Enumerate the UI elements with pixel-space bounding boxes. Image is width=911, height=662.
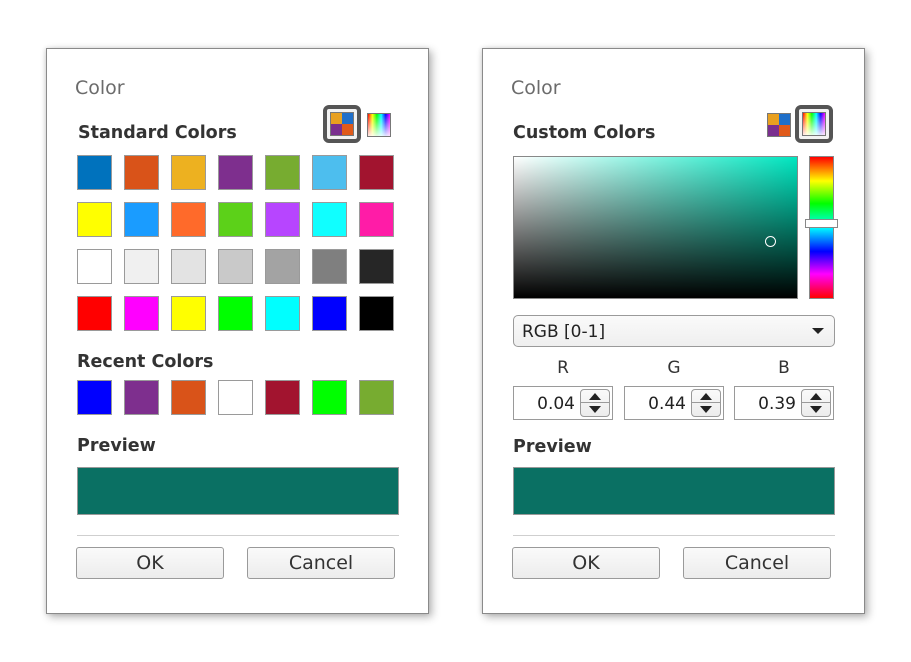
standard-color-swatch[interactable] bbox=[312, 202, 347, 237]
dialog-title: Color bbox=[511, 77, 561, 99]
standard-color-swatch[interactable] bbox=[359, 202, 394, 237]
dialog-title: Color bbox=[75, 77, 125, 99]
standard-color-swatch[interactable] bbox=[359, 249, 394, 284]
standard-palette-icon bbox=[330, 112, 354, 136]
channel-label-b: B bbox=[778, 358, 790, 378]
standard-color-swatch[interactable] bbox=[171, 249, 206, 284]
standard-color-swatch[interactable] bbox=[359, 296, 394, 331]
chevron-down-icon bbox=[812, 328, 824, 334]
color-picker-dialog-standard: Color Standard Colors Recent Colors Prev… bbox=[46, 48, 429, 614]
divider bbox=[77, 535, 399, 536]
increment-arrow-icon[interactable] bbox=[692, 390, 720, 403]
standard-color-swatch[interactable] bbox=[265, 249, 300, 284]
saturation-value-field[interactable] bbox=[513, 156, 798, 299]
custom-gradient-icon bbox=[367, 113, 391, 137]
recent-color-swatch[interactable] bbox=[265, 380, 300, 415]
custom-colors-label: Custom Colors bbox=[513, 123, 656, 143]
b-value[interactable]: 0.39 bbox=[758, 394, 796, 414]
decrement-arrow-icon[interactable] bbox=[802, 403, 830, 416]
standard-color-swatch[interactable] bbox=[218, 202, 253, 237]
standard-color-swatch[interactable] bbox=[124, 155, 159, 190]
color-picker-dialog-custom: Color Custom Colors RGB [0-1] R G B 0.04… bbox=[482, 48, 865, 614]
standard-color-swatch[interactable] bbox=[218, 249, 253, 284]
standard-color-swatch[interactable] bbox=[312, 155, 347, 190]
recent-color-swatch[interactable] bbox=[359, 380, 394, 415]
decrement-arrow-icon[interactable] bbox=[581, 403, 609, 416]
standard-color-swatch[interactable] bbox=[218, 155, 253, 190]
g-spinner-arrows bbox=[691, 389, 721, 417]
standard-color-swatch[interactable] bbox=[171, 296, 206, 331]
standard-color-swatch[interactable] bbox=[124, 202, 159, 237]
hue-slider-thumb[interactable] bbox=[805, 219, 838, 228]
cancel-button[interactable]: Cancel bbox=[247, 547, 395, 579]
recent-color-swatch[interactable] bbox=[124, 380, 159, 415]
divider bbox=[513, 535, 835, 536]
custom-gradient-icon bbox=[802, 112, 826, 136]
standard-color-swatch[interactable] bbox=[218, 296, 253, 331]
standard-color-swatch[interactable] bbox=[312, 249, 347, 284]
standard-color-swatch[interactable] bbox=[312, 296, 347, 331]
decrement-arrow-icon[interactable] bbox=[692, 403, 720, 416]
recent-color-swatch[interactable] bbox=[312, 380, 347, 415]
standard-color-swatch[interactable] bbox=[171, 155, 206, 190]
channel-label-g: G bbox=[667, 358, 681, 378]
ok-button[interactable]: OK bbox=[512, 547, 660, 579]
standard-colors-label: Standard Colors bbox=[78, 123, 237, 143]
standard-color-swatch[interactable] bbox=[124, 249, 159, 284]
standard-color-swatch[interactable] bbox=[77, 249, 112, 284]
r-value[interactable]: 0.04 bbox=[537, 394, 575, 414]
ok-button[interactable]: OK bbox=[76, 547, 224, 579]
preview-label: Preview bbox=[513, 437, 592, 457]
preview-swatch bbox=[77, 467, 399, 515]
r-spinner-arrows bbox=[580, 389, 610, 417]
standard-palette-button[interactable] bbox=[323, 105, 361, 143]
standard-color-swatch[interactable] bbox=[265, 296, 300, 331]
standard-color-swatch[interactable] bbox=[265, 202, 300, 237]
recent-color-swatch[interactable] bbox=[77, 380, 112, 415]
standard-color-swatch[interactable] bbox=[77, 296, 112, 331]
recent-color-swatch[interactable] bbox=[218, 380, 253, 415]
standard-color-swatch[interactable] bbox=[77, 202, 112, 237]
preview-swatch bbox=[513, 467, 835, 515]
color-model-dropdown[interactable]: RGB [0-1] bbox=[513, 315, 835, 347]
standard-palette-button[interactable] bbox=[766, 112, 792, 138]
standard-color-swatch[interactable] bbox=[124, 296, 159, 331]
recent-colors-label: Recent Colors bbox=[77, 352, 214, 372]
custom-gradient-button[interactable] bbox=[366, 112, 392, 138]
standard-color-swatch[interactable] bbox=[265, 155, 300, 190]
custom-gradient-button[interactable] bbox=[795, 105, 833, 143]
b-spinner[interactable]: 0.39 bbox=[734, 386, 834, 420]
preview-label: Preview bbox=[77, 436, 156, 456]
color-marker[interactable] bbox=[765, 236, 776, 247]
increment-arrow-icon[interactable] bbox=[581, 390, 609, 403]
standard-palette-icon bbox=[767, 113, 791, 137]
increment-arrow-icon[interactable] bbox=[802, 390, 830, 403]
standard-color-swatch[interactable] bbox=[171, 202, 206, 237]
standard-color-swatch[interactable] bbox=[359, 155, 394, 190]
standard-color-swatch[interactable] bbox=[77, 155, 112, 190]
g-value[interactable]: 0.44 bbox=[648, 394, 686, 414]
channel-label-r: R bbox=[557, 358, 569, 378]
g-spinner[interactable]: 0.44 bbox=[624, 386, 724, 420]
recent-color-swatch[interactable] bbox=[171, 380, 206, 415]
b-spinner-arrows bbox=[801, 389, 831, 417]
cancel-button[interactable]: Cancel bbox=[683, 547, 831, 579]
color-model-value: RGB [0-1] bbox=[522, 322, 606, 342]
r-spinner[interactable]: 0.04 bbox=[513, 386, 613, 420]
